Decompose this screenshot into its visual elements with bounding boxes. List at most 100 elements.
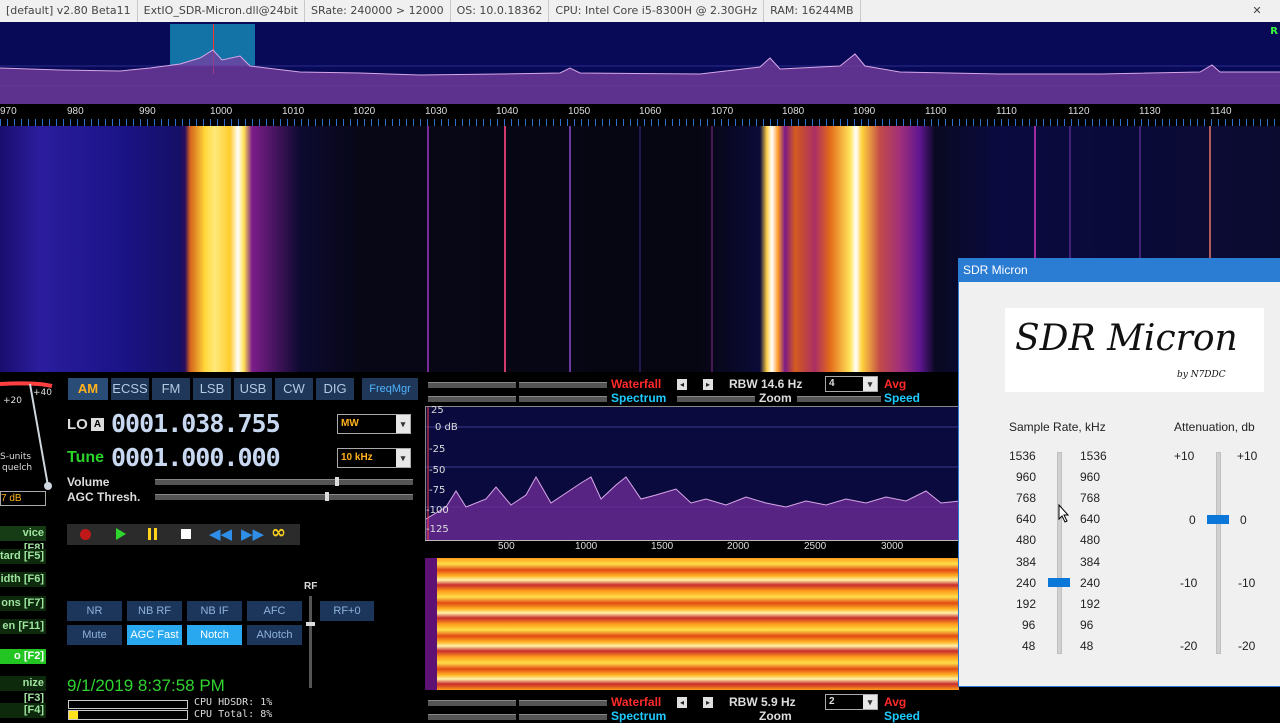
agc-fast-button[interactable]: AGC Fast <box>127 625 182 645</box>
upper-slider-2[interactable] <box>519 382 607 388</box>
freq-tick: 1030 <box>425 106 448 117</box>
chevron-down-icon: ▾ <box>396 449 410 467</box>
volume-slider-thumb[interactable] <box>335 477 339 486</box>
audio-waterfall[interactable] <box>425 558 959 690</box>
stop-icon[interactable] <box>181 529 191 539</box>
upper-speed-slider[interactable] <box>797 396 881 402</box>
lo-badge[interactable]: A <box>91 418 104 431</box>
band-select[interactable]: MW ▾ <box>337 414 411 434</box>
mode-cw-button[interactable]: CW <box>275 378 313 400</box>
lower-avg-select[interactable]: 2 ▾ <box>825 694 878 710</box>
fkey-f11-button[interactable]: en [F11] <box>0 619 46 634</box>
mode-ecss-button[interactable]: ECSS <box>111 378 149 400</box>
sample-rate-slider[interactable] <box>1057 452 1062 654</box>
rf-label: RF <box>304 581 318 592</box>
attenuation-thumb[interactable] <box>1207 515 1229 524</box>
cpu-hdsdr-text: CPU HDSDR: 1% <box>194 697 273 708</box>
fkey-f7-button[interactable]: ons [F7] <box>0 596 46 611</box>
sr-left-label: 192 <box>1016 597 1037 611</box>
audio-spectrum[interactable]: 25 0 dB -25 -50 -75 -100 -125 <box>425 405 961 542</box>
fkey-f2-button[interactable]: o [F2] <box>0 649 46 664</box>
audio-freq-tick: 3000 <box>881 541 904 552</box>
rewind-icon[interactable]: ◀◀ <box>209 526 232 542</box>
agc-threshold-slider[interactable] <box>155 494 413 500</box>
upper-right-arrow-icon[interactable]: ▸ <box>703 379 713 390</box>
record-icon[interactable] <box>80 529 91 540</box>
mute-button[interactable]: Mute <box>67 625 122 645</box>
attenuation-slider[interactable] <box>1216 452 1221 654</box>
audio-frequency-scale[interactable]: 500 1000 1500 2000 2500 3000 <box>425 540 959 559</box>
nb-if-button[interactable]: NB IF <box>187 601 242 621</box>
fast-forward-icon[interactable]: ▶▶ <box>241 526 264 542</box>
sr-left-label: 240 <box>1016 576 1037 590</box>
cpu-total-bar-fill <box>69 711 79 719</box>
freq-tick: 1000 <box>210 106 233 117</box>
notch-button[interactable]: Notch <box>187 625 242 645</box>
db-label: -100 <box>426 505 449 516</box>
freq-tick: 1010 <box>282 106 305 117</box>
tune-frequency-display[interactable]: 0001.000.000 <box>111 443 281 472</box>
fkey-f8-button[interactable]: vice [F8] <box>0 526 46 554</box>
nr-button[interactable]: NR <box>67 601 122 621</box>
mode-am-button[interactable]: AM <box>68 378 108 400</box>
lower-left-arrow-icon[interactable]: ◂ <box>677 697 687 708</box>
freqmgr-button[interactable]: FreqMgr <box>362 378 418 400</box>
frequency-scale[interactable]: 970 980 990 1000 1010 1020 1030 1040 105… <box>0 104 1280 126</box>
mode-usb-button[interactable]: USB <box>234 378 272 400</box>
step-select-value: 10 kHz <box>341 452 373 463</box>
mode-dig-button[interactable]: DIG <box>316 378 354 400</box>
lower-slider-2[interactable] <box>519 700 607 706</box>
right-marker: R <box>1270 26 1278 37</box>
lower-right-arrow-icon[interactable]: ▸ <box>703 697 713 708</box>
smeter-scale-20: +20 <box>3 396 22 406</box>
dialog-title-bar[interactable]: SDR Micron <box>958 258 1280 282</box>
db-label: -125 <box>426 524 449 535</box>
mode-fm-button[interactable]: FM <box>152 378 190 400</box>
freq-tick: 1050 <box>568 106 591 117</box>
step-select[interactable]: 10 kHz ▾ <box>337 448 411 468</box>
volume-slider[interactable] <box>155 479 413 485</box>
lo-label: LO <box>67 416 88 433</box>
rf-gain-slider[interactable] <box>309 596 312 688</box>
agc-threshold-thumb[interactable] <box>325 492 329 501</box>
freq-tick: 1110 <box>996 106 1017 117</box>
rf-spectrum[interactable]: R <box>0 22 1280 108</box>
play-icon[interactable] <box>116 528 126 540</box>
sr-right-label: 960 <box>1080 470 1101 484</box>
sample-rate-thumb[interactable] <box>1048 578 1070 587</box>
lower-slider-4[interactable] <box>519 714 607 720</box>
sr-right-label: 1536 <box>1080 449 1107 463</box>
upper-slider-4[interactable] <box>519 396 607 402</box>
smeter-db-value: 7 dB <box>0 491 46 506</box>
rf-plus0-button[interactable]: RF+0 <box>320 601 374 621</box>
upper-left-arrow-icon[interactable]: ◂ <box>677 379 687 390</box>
db-label: 25 <box>431 405 444 416</box>
fkey-f4-button[interactable]: [F4] <box>0 703 46 718</box>
upper-slider-1[interactable] <box>428 382 516 388</box>
lower-slider-1[interactable] <box>428 700 516 706</box>
afc-button[interactable]: AFC <box>247 601 302 621</box>
sr-right-label: 640 <box>1080 512 1101 526</box>
upper-zoom-label: Zoom <box>759 391 792 405</box>
logo-text: SDR Micron <box>1015 318 1238 359</box>
close-icon[interactable]: ✕ <box>1234 0 1280 22</box>
anotch-button[interactable]: ANotch <box>247 625 302 645</box>
upper-zoom-slider[interactable] <box>677 396 755 402</box>
sdr-micron-logo: SDR Micron by N7DDC <box>1005 308 1264 392</box>
lo-frequency-display[interactable]: 0001.038.755 <box>111 409 281 438</box>
fkey-f5-button[interactable]: tard [F5] <box>0 549 46 564</box>
rf-gain-thumb[interactable] <box>306 622 315 626</box>
mode-lsb-button[interactable]: LSB <box>193 378 231 400</box>
nb-rf-button[interactable]: NB RF <box>127 601 182 621</box>
sr-left-label: 1536 <box>1009 449 1036 463</box>
upper-avg-select[interactable]: 4 ▾ <box>825 376 878 392</box>
lower-slider-3[interactable] <box>428 714 516 720</box>
db-label: -75 <box>429 485 446 496</box>
fkey-f6-button[interactable]: idth [F6] <box>0 572 46 587</box>
fkey-f3-button[interactable]: nize [F3] <box>0 676 46 704</box>
sr-right-label: 768 <box>1080 491 1101 505</box>
freq-tick: 1040 <box>496 106 519 117</box>
pause-icon[interactable] <box>148 528 151 540</box>
loop-icon[interactable]: ∞ <box>271 524 286 542</box>
upper-slider-3[interactable] <box>428 396 516 402</box>
